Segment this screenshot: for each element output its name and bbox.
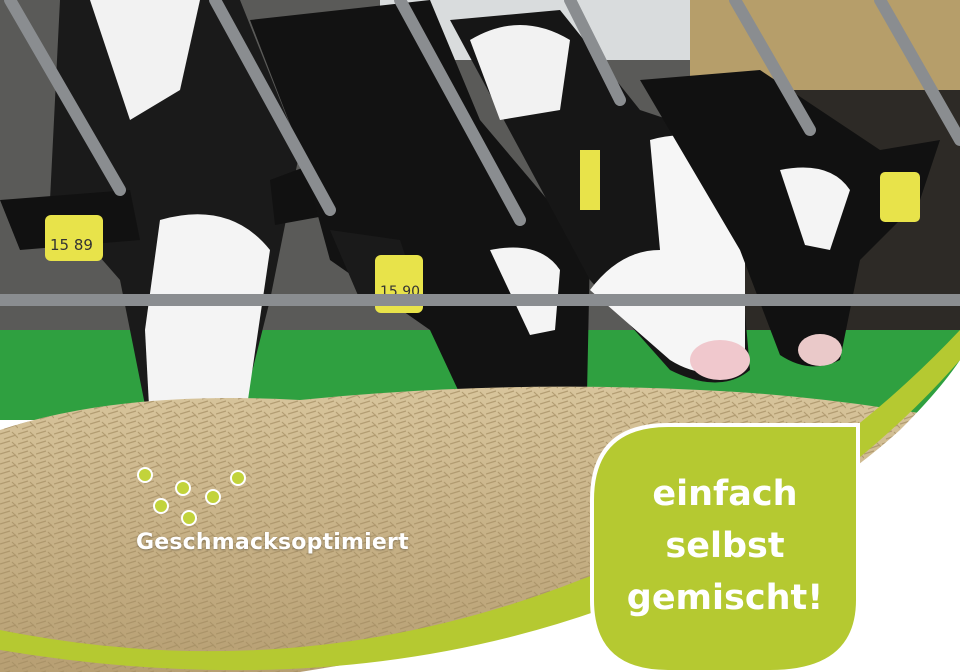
ear-tag-number: 15 89 (50, 236, 93, 254)
slogan-line: selbst (665, 526, 785, 566)
logo-text: Geschmacksoptimiert (136, 530, 409, 555)
photo-banner: 15 89 15 90 Geschmacksoptimiert einfach … (0, 0, 960, 672)
slogan-line: einfach (652, 474, 798, 514)
slogan-line: gemischt! (626, 578, 824, 618)
slogan-text: einfach selbst gemischt! (600, 468, 850, 624)
